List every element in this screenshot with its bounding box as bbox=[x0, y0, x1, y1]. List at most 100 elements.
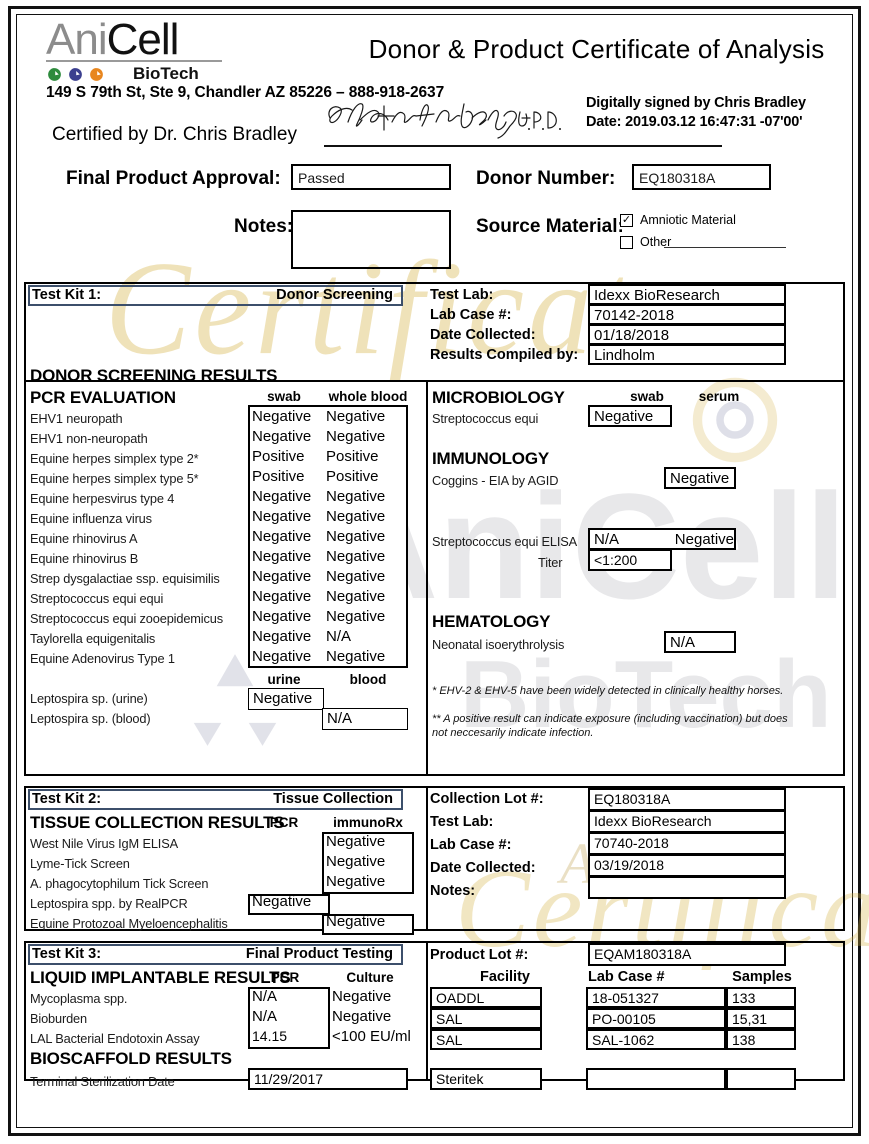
kit1-date-collected-label: Date Collected: bbox=[430, 327, 536, 343]
kit1-results-compiled-field[interactable]: Lindholm bbox=[588, 344, 786, 365]
bioscaffold-kit3-lab-case-field[interactable] bbox=[586, 1068, 726, 1090]
kit2-collection-lot-field[interactable]: EQ180318A bbox=[588, 788, 786, 811]
pcr-row-swab-value: Positive bbox=[252, 448, 305, 465]
microbiology-column-serum: serum bbox=[698, 389, 740, 404]
pcr-row-swab-value: Negative bbox=[252, 588, 312, 605]
pcr-row-label: Equine herpes simplex type 5* bbox=[30, 471, 199, 486]
terminal-sterilization-field[interactable]: 11/29/2017 bbox=[248, 1068, 408, 1090]
kit2-lab-case-label: Lab Case #: bbox=[430, 837, 512, 853]
kit3-samples-field[interactable]: 133 bbox=[726, 987, 796, 1008]
kit2-date-collected-field[interactable]: 03/19/2018 bbox=[588, 854, 786, 877]
kit2-row-label: West Nile Virus IgM ELISA bbox=[30, 836, 178, 851]
coggins-serum-field[interactable]: Negative bbox=[664, 467, 736, 489]
pcr-row-label: Equine herpesvirus type 4 bbox=[30, 491, 175, 506]
kit3-facility-field[interactable]: SAL bbox=[430, 1029, 542, 1050]
kit2-row-immunorx-value: Negative bbox=[326, 913, 386, 930]
kit3-row-culture-value: Negative bbox=[332, 988, 392, 1005]
strep-equi-swab-field[interactable]: Negative bbox=[588, 405, 672, 427]
source-option-amniotic[interactable]: ✓ Amniotic Material bbox=[620, 213, 736, 227]
pcr-column-swab: swab bbox=[267, 389, 301, 404]
final-product-approval-label: Final Product Approval: bbox=[66, 168, 281, 189]
terminal-sterilization-label: Terminal Sterilization Date bbox=[30, 1074, 175, 1089]
checkbox-other-icon[interactable] bbox=[620, 235, 633, 249]
notes-label: Notes: bbox=[234, 216, 294, 237]
product-lot-label: Product Lot #: bbox=[430, 947, 529, 963]
kit3-samples-value: 15,31 bbox=[732, 1011, 768, 1027]
neonatal-iso-field[interactable]: N/A bbox=[664, 631, 736, 653]
notes-field[interactable] bbox=[291, 210, 451, 269]
kit3-lab-case-field[interactable]: SAL-1062 bbox=[586, 1029, 726, 1050]
pcr-row-swab-value: Negative bbox=[252, 648, 312, 665]
kit1-lab-case-label: Lab Case #: bbox=[430, 307, 512, 323]
kit3-header-lab-case: Lab Case # bbox=[588, 969, 665, 985]
strep-elisa-serum-value: Negative bbox=[674, 531, 734, 548]
coggins-label: Coggins - EIA by AGID bbox=[432, 473, 559, 488]
kit3-column-divider bbox=[426, 943, 428, 1079]
pcr-row-label: Streptococcus equi equi bbox=[30, 591, 164, 606]
kit3-facility-field[interactable]: SAL bbox=[430, 1008, 542, 1029]
test-kit-1-name: Donor Screening bbox=[276, 287, 393, 303]
pcr-row-swab-value: Negative bbox=[252, 568, 312, 585]
logo-text-ani: Ani bbox=[46, 15, 108, 64]
lepto-blood-field[interactable]: N/A bbox=[322, 708, 408, 730]
lepto-urine-value: Negative bbox=[253, 690, 313, 707]
recycle-leaf-orange-icon bbox=[90, 67, 103, 81]
kit2-test-lab-field[interactable]: Idexx BioResearch bbox=[588, 810, 786, 833]
bioscaffold-kit3-facility-field[interactable]: Steritek bbox=[430, 1068, 542, 1090]
pcr-row-whole-blood-value: Positive bbox=[326, 448, 379, 465]
donor-number-field[interactable]: EQ180318A bbox=[632, 164, 771, 190]
kit1-lab-case-field[interactable]: 70142-2018 bbox=[588, 304, 786, 325]
strep-elisa-field[interactable]: N/A Negative bbox=[588, 528, 736, 550]
kit1-test-lab-field[interactable]: Idexx BioResearch bbox=[588, 284, 786, 305]
kit2-row-label: Leptospira spp. by RealPCR bbox=[30, 896, 188, 911]
pcr-row-label: Strep dysgalactiae ssp. equisimilis bbox=[30, 571, 220, 586]
checkbox-amniotic-icon[interactable]: ✓ bbox=[620, 213, 633, 227]
kit3-lab-case-field[interactable]: 18-051327 bbox=[586, 987, 726, 1008]
kit2-notes-value bbox=[590, 878, 784, 879]
certified-by-label: Certified by Dr. Chris Bradley bbox=[52, 124, 297, 145]
bioscaffold-kit3-samples-field[interactable] bbox=[726, 1068, 796, 1090]
kit2-column-immunorx: immunoRx bbox=[333, 815, 403, 830]
kit2-notes-field[interactable] bbox=[588, 876, 786, 899]
kit2-lab-case-field[interactable]: 70740-2018 bbox=[588, 832, 786, 855]
kit2-row-label: A. phagocytophilum Tick Screen bbox=[30, 876, 209, 891]
kit3-facility-value: OADDL bbox=[436, 990, 485, 1006]
microbiology-title: MICROBIOLOGY bbox=[432, 388, 565, 407]
lepto-urine-field[interactable]: Negative bbox=[248, 688, 324, 710]
product-lot-value: EQAM180318A bbox=[594, 946, 692, 962]
pcr-row-label: Taylorella equigenitalis bbox=[30, 631, 156, 646]
pcr-row-label: EHV1 neuropath bbox=[30, 411, 123, 426]
source-other-write-in[interactable] bbox=[664, 247, 786, 248]
kit3-samples-field[interactable]: 15,31 bbox=[726, 1008, 796, 1029]
pcr-row-whole-blood-value: Negative bbox=[326, 648, 386, 665]
kit3-row-pcr-value: N/A bbox=[252, 1008, 278, 1025]
digital-signature-signer: Digitally signed by Chris Bradley bbox=[586, 95, 806, 111]
signature-area: Digitally signed by Chris Bradley Date: … bbox=[24, 95, 845, 162]
kit2-row-label: Equine Protozoal Myeloencephalitis bbox=[30, 916, 228, 931]
kit2-row-immunorx-value: Negative bbox=[326, 873, 386, 890]
final-product-approval-field[interactable]: Passed bbox=[291, 164, 451, 190]
pcr-row-label: Equine herpes simplex type 2* bbox=[30, 451, 199, 466]
pcr-row-swab-value: Positive bbox=[252, 468, 305, 485]
kit2-lab-case-value: 70740-2018 bbox=[594, 835, 669, 851]
test-kit-2-section: Test Kit 2: Tissue Collection TISSUE COL… bbox=[24, 786, 845, 935]
pcr-row-label: Equine Adenovirus Type 1 bbox=[30, 651, 175, 666]
bioscaffold-kit3-samples-value bbox=[728, 1070, 794, 1071]
kit3-samples-field[interactable]: 138 bbox=[726, 1029, 796, 1050]
coggins-serum-value: Negative bbox=[670, 470, 730, 487]
kit2-row-immunorx-value: Negative bbox=[326, 833, 386, 850]
kit3-row-label: Bioburden bbox=[30, 1011, 87, 1026]
pcr-row-whole-blood-value: Negative bbox=[326, 408, 386, 425]
kit3-facility-field[interactable]: OADDL bbox=[430, 987, 542, 1008]
neonatal-iso-value: N/A bbox=[670, 634, 696, 651]
donor-number-label: Donor Number: bbox=[476, 168, 616, 189]
terminal-sterilization-value: 11/29/2017 bbox=[254, 1071, 324, 1087]
recycle-leaf-green-icon bbox=[48, 67, 61, 81]
kit3-lab-case-field[interactable]: PO-00105 bbox=[586, 1008, 726, 1029]
test-kit-2-name: Tissue Collection bbox=[273, 791, 393, 807]
titer-field[interactable]: <1:200 bbox=[588, 549, 672, 571]
bioscaffold-results-title: BIOSCAFFOLD RESULTS bbox=[30, 1049, 232, 1068]
pcr-row-label: Equine rhinovirus B bbox=[30, 551, 139, 566]
product-lot-field[interactable]: EQAM180318A bbox=[588, 943, 786, 966]
kit1-date-collected-field[interactable]: 01/18/2018 bbox=[588, 324, 786, 345]
